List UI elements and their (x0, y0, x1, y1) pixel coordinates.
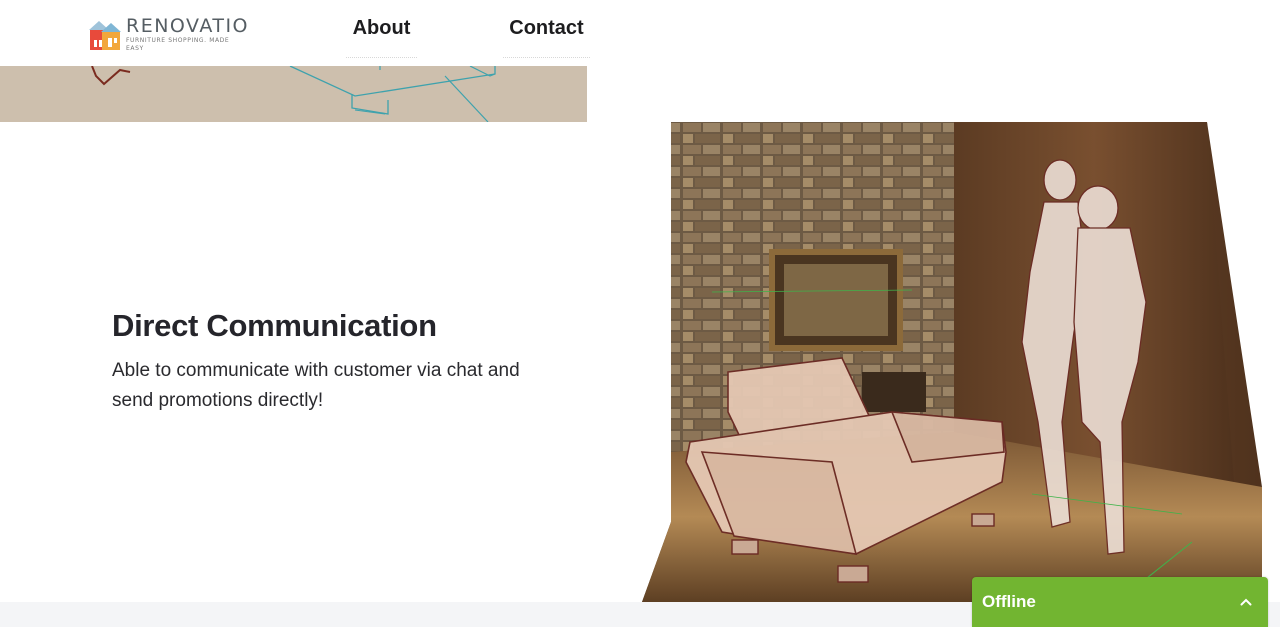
site-header: RENOVATIO FURNITURE SHOPPING. MADE EASY … (0, 0, 1280, 66)
page: RENOVATIO FURNITURE SHOPPING. MADE EASY … (0, 0, 1280, 627)
logo[interactable]: RENOVATIO FURNITURE SHOPPING. MADE EASY (89, 14, 250, 52)
feature-title: Direct Communication (112, 308, 437, 343)
chevron-up-icon[interactable] (1238, 594, 1254, 610)
feature-illustration (642, 122, 1264, 602)
logo-name: RENOVATIO (126, 14, 250, 37)
logo-house-icon (89, 17, 121, 51)
feature-description: Able to communicate with customer via ch… (112, 360, 520, 411)
top-banner-image (0, 66, 587, 122)
nav-contact-link[interactable]: Contact (503, 0, 590, 58)
chat-status-label: Offline (982, 592, 1036, 611)
logo-tagline: FURNITURE SHOPPING. MADE EASY (126, 36, 230, 52)
nav-about-link[interactable]: About (346, 0, 417, 58)
chat-widget[interactable]: Offline (972, 577, 1268, 627)
